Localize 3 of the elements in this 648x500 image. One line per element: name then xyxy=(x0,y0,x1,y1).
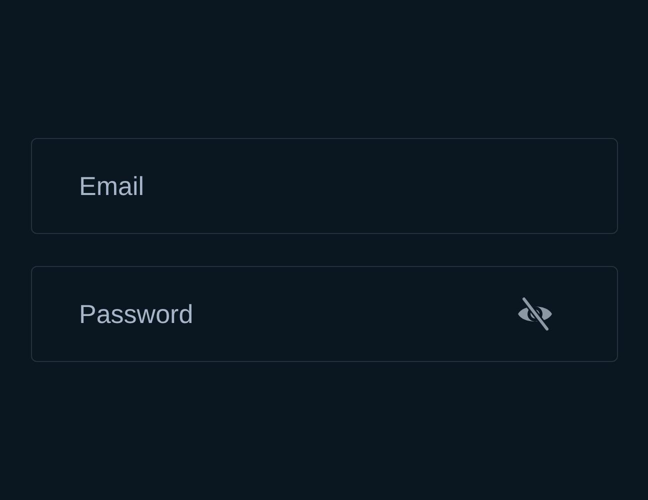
password-field[interactable]: Password xyxy=(31,266,618,362)
email-field[interactable]: Email xyxy=(31,138,618,234)
eye-slash-icon[interactable] xyxy=(516,297,554,331)
